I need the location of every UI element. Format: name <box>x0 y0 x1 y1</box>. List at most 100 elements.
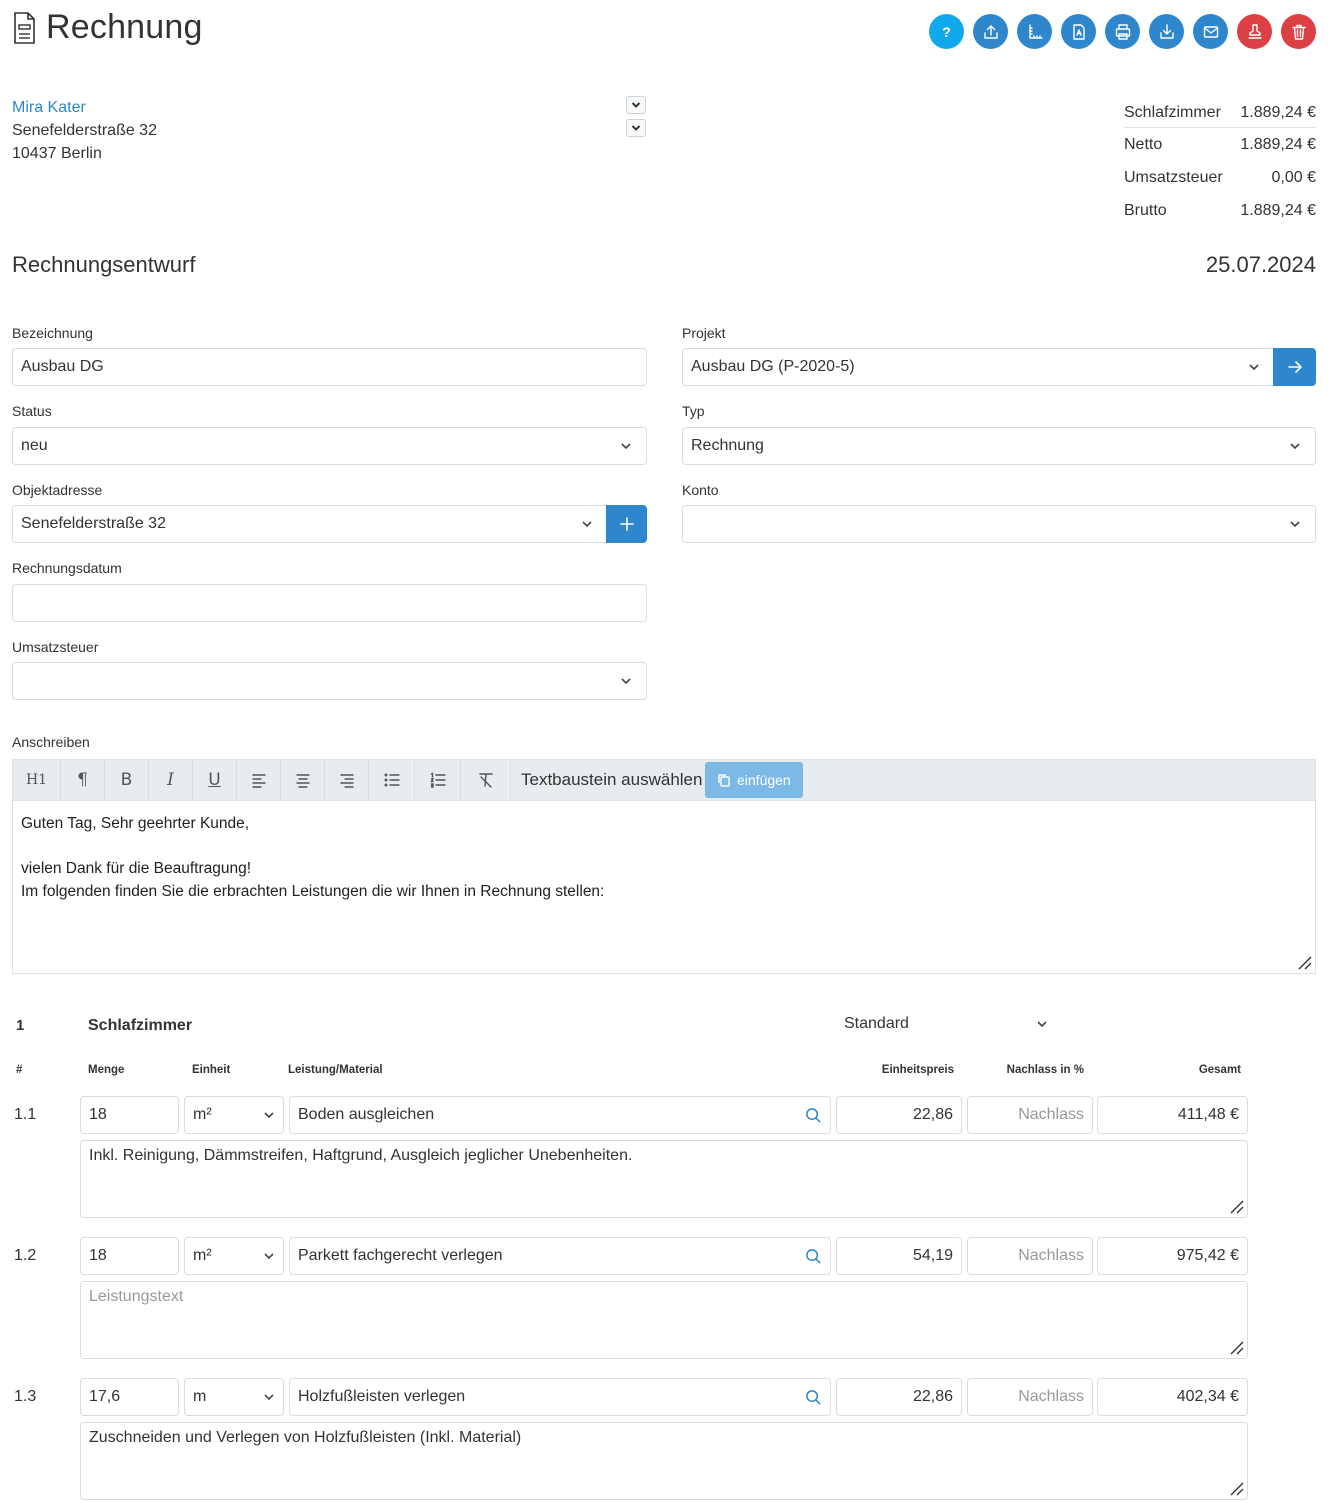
column-header-number: # <box>16 1064 23 1076</box>
totals-summary: Schlafzimmer 1.889,24 € Netto 1.889,24 €… <box>1124 98 1316 227</box>
summary-label: Netto <box>1124 135 1163 153</box>
konto-select[interactable] <box>682 505 1316 543</box>
item-description-textarea[interactable]: Zuschneiden und Verlegen von Holzfußleis… <box>80 1422 1248 1500</box>
section-name[interactable]: Schlafzimmer <box>88 1017 192 1035</box>
heading-button[interactable]: H1 <box>13 760 61 800</box>
resize-handle-icon[interactable] <box>1295 953 1313 971</box>
projekt-select[interactable]: Ausbau DG (P-2020-5) <box>682 348 1275 386</box>
item-number: 1.1 <box>14 1106 37 1123</box>
editor-content[interactable]: Guten Tag, Sehr geehrter Kunde, vielen D… <box>12 801 1316 974</box>
stamp-icon <box>1247 23 1262 39</box>
item-unit-select[interactable]: m² <box>184 1096 284 1134</box>
download-icon <box>1159 23 1174 39</box>
chevron-down-icon <box>621 678 631 685</box>
status-select[interactable]: neu <box>12 427 647 465</box>
item-unit-price-input[interactable]: 22,86 <box>836 1096 962 1134</box>
help-button[interactable]: ? <box>929 14 964 49</box>
item-unit-price-value: 22,86 <box>912 1106 953 1123</box>
item-unit-select[interactable]: m² <box>184 1237 284 1275</box>
clear-format-button[interactable] <box>461 760 511 800</box>
print-button[interactable] <box>1105 14 1140 49</box>
item-discount-input[interactable]: Nachlass <box>967 1096 1093 1134</box>
item-discount-input[interactable]: Nachlass <box>967 1378 1093 1416</box>
underline-button[interactable]: U <box>193 760 237 800</box>
item-total-value: 402,34 € <box>1176 1388 1239 1405</box>
search-icon[interactable] <box>805 1107 822 1124</box>
textbaustein-select[interactable]: Textbaustein auswählen <box>511 770 705 790</box>
item-unit-value: m <box>193 1388 207 1405</box>
objektadresse-select[interactable]: Senefelderstraße 32 <box>12 505 608 543</box>
item-description-textarea[interactable]: Inkl. Reinigung, Dämmstreifen, Haftgrund… <box>80 1140 1248 1218</box>
item-service-input[interactable]: Boden ausgleichen <box>289 1096 831 1134</box>
item-quantity-value: 17,6 <box>89 1388 121 1405</box>
editor-line: vielen Dank für die Beauftragung! <box>21 860 252 877</box>
resize-handle-icon[interactable] <box>1227 1479 1245 1497</box>
measure-button[interactable] <box>1017 14 1052 49</box>
item-quantity-input[interactable]: 17,6 <box>80 1378 179 1416</box>
insert-button[interactable]: einfügen <box>705 762 803 798</box>
copy-icon <box>718 774 730 787</box>
numbered-list-button[interactable] <box>415 760 461 800</box>
delete-button[interactable] <box>1281 14 1316 49</box>
anschreiben-label: Anschreiben <box>12 734 90 750</box>
bullet-list-button[interactable] <box>369 760 415 800</box>
open-project-button[interactable] <box>1273 348 1316 386</box>
item-quantity-input[interactable]: 18 <box>80 1096 179 1134</box>
item-discount-placeholder: Nachlass <box>1018 1106 1084 1123</box>
bold-button[interactable]: B <box>105 760 149 800</box>
section-type-select[interactable]: Standard <box>844 1015 1048 1033</box>
item-quantity-input[interactable]: 18 <box>80 1237 179 1275</box>
item-number: 1.2 <box>14 1247 37 1264</box>
customer-dropdown-toggle[interactable] <box>626 96 646 114</box>
resize-handle-icon[interactable] <box>1227 1197 1245 1215</box>
paragraph-button[interactable]: ¶ <box>61 760 105 800</box>
summary-value: 1.889,24 € <box>1240 103 1316 121</box>
chevron-down-icon <box>621 443 631 450</box>
pdf-button[interactable] <box>1061 14 1096 49</box>
item-discount-input[interactable]: Nachlass <box>967 1237 1093 1275</box>
customer-address: Mira Kater Senefelderstraße 32 10437 Ber… <box>12 96 157 165</box>
stamp-button[interactable] <box>1237 14 1272 49</box>
status-value: neu <box>21 437 48 454</box>
bezeichnung-input[interactable]: Ausbau DG <box>12 348 647 386</box>
upload-button[interactable] <box>973 14 1008 49</box>
item-unit-price-value: 22,86 <box>912 1388 953 1405</box>
item-description-textarea[interactable]: Leistungstext <box>80 1281 1248 1359</box>
column-header-nachlass: Nachlass in % <box>1006 1064 1084 1076</box>
invoice-icon <box>14 11 35 44</box>
italic-button[interactable]: I <box>149 760 193 800</box>
help-icon: ? <box>942 23 951 40</box>
address-dropdown-toggle[interactable] <box>626 119 646 137</box>
resize-handle-icon[interactable] <box>1227 1338 1245 1356</box>
trash-icon <box>1291 24 1306 40</box>
item-quantity-value: 18 <box>89 1106 107 1123</box>
customer-name-link[interactable]: Mira Kater <box>12 96 157 119</box>
email-button[interactable] <box>1193 14 1228 49</box>
item-unit-select[interactable]: m <box>184 1378 284 1416</box>
item-unit-price-input[interactable]: 54,19 <box>836 1237 962 1275</box>
align-center-button[interactable] <box>281 760 325 800</box>
page-title: Rechnung <box>46 8 203 46</box>
print-icon <box>1115 23 1130 40</box>
search-icon[interactable] <box>805 1248 822 1265</box>
rechnungsdatum-input[interactable] <box>12 584 647 622</box>
clear-format-icon <box>478 773 493 788</box>
typ-select[interactable]: Rechnung <box>682 427 1316 465</box>
paragraph-icon: ¶ <box>77 770 88 790</box>
item-unit-price-input[interactable]: 22,86 <box>836 1378 962 1416</box>
column-header-gesamt: Gesamt <box>1198 1064 1241 1076</box>
column-header-leistung: Leistung/Material <box>288 1064 383 1076</box>
item-service-input[interactable]: Parkett fachgerecht verlegen <box>289 1237 831 1275</box>
upload-icon <box>983 24 998 39</box>
heading-label: H1 <box>25 772 48 788</box>
umsatzsteuer-select[interactable] <box>12 662 647 700</box>
download-button[interactable] <box>1149 14 1184 49</box>
column-header-einheitspreis: Einheitspreis <box>881 1064 954 1076</box>
add-address-button[interactable] <box>606 505 647 543</box>
align-right-button[interactable] <box>325 760 369 800</box>
search-icon[interactable] <box>805 1389 822 1406</box>
insert-label: einfügen <box>737 772 791 788</box>
item-service-input[interactable]: Holzfußleisten verlegen <box>289 1378 831 1416</box>
align-left-button[interactable] <box>237 760 281 800</box>
column-header-einheit: Einheit <box>192 1064 231 1076</box>
